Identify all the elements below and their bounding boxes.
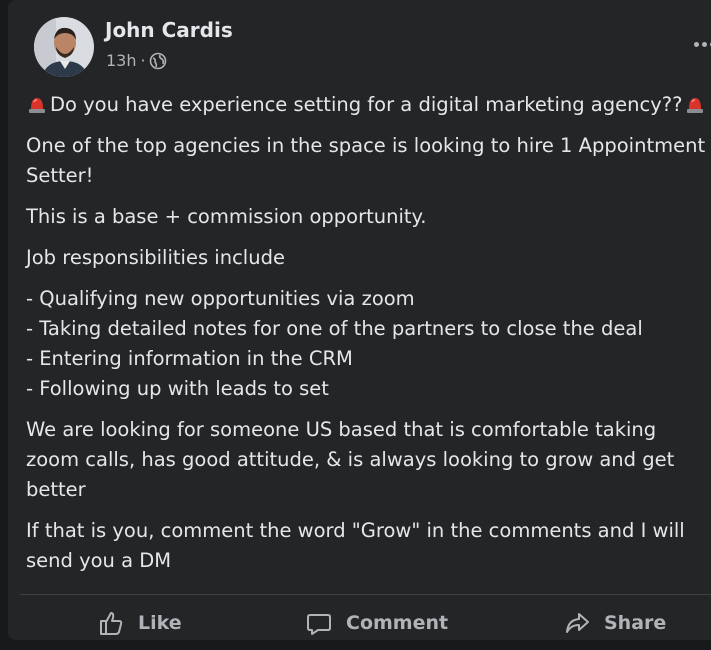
post-line: zoom calls, has good attitude, & is alwa… [26,448,675,471]
post-line: Do you have experience setting for a dig… [26,90,711,120]
share-button[interactable]: Share [564,610,666,636]
list-item: - Following up with leads to set [26,377,329,400]
more-options-icon[interactable] [694,32,711,56]
post-line: Job responsibilities include [26,246,285,269]
avatar[interactable] [34,17,94,77]
meta-separator: · [140,51,146,70]
post-headline: Do you have experience setting for a dig… [50,93,683,116]
comment-icon [307,614,331,635]
post-paragraph: One of the top agencies in the space is … [26,131,711,191]
post-line: This is a base + commission opportunity. [26,205,427,228]
post-line: Setter! [26,164,94,187]
post-list: - Qualifying new opportunities via zoom … [26,284,711,404]
globe-icon [149,52,167,70]
comment-button[interactable]: Comment [306,610,448,636]
comment-label: Comment [346,612,449,634]
actions-divider [20,594,711,595]
thumbs-up-icon [100,612,123,635]
post-line: We are looking for someone US based that… [26,418,657,441]
post-meta: 13h · [106,51,167,70]
post-paragraph: If that is you, comment the word "Grow" … [26,516,711,576]
post-actions: Like Comment Share [20,600,711,650]
post-line: send you a DM [26,549,172,572]
post-line: One of the top agencies in the space is … [26,134,706,157]
post-body: Do you have experience setting for a dig… [26,90,711,587]
list-item: - Entering information in the CRM [26,347,353,370]
post-timestamp[interactable]: 13h [106,51,137,70]
like-label: Like [138,612,182,634]
list-item: - Qualifying new opportunities via zoom [26,287,415,310]
post-paragraph: This is a base + commission opportunity. [26,202,711,232]
post-line: better [26,478,86,501]
siren-icon [687,98,704,113]
siren-icon [29,98,45,113]
post-author-name[interactable]: John Cardis [105,18,233,42]
share-label: Share [604,612,667,634]
post-paragraph: We are looking for someone US based that… [26,415,711,505]
post-line: If that is you, comment the word "Grow" … [26,519,685,542]
list-item: - Taking detailed notes for one of the p… [26,317,643,340]
like-button[interactable]: Like [98,610,182,636]
post-paragraph: Job responsibilities include [26,243,711,273]
share-icon [566,613,589,633]
